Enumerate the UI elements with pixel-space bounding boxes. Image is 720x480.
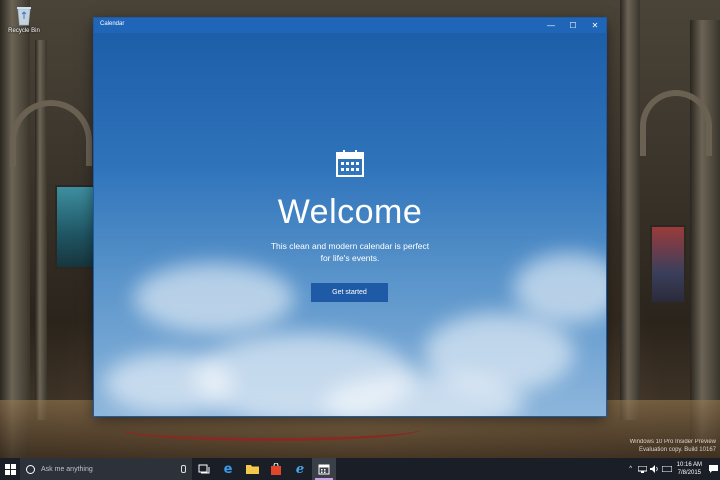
wallpaper-poster: [55, 185, 95, 269]
wallpaper-pillar: [620, 0, 640, 420]
recycle-bin-shortcut[interactable]: Recycle Bin: [4, 4, 44, 34]
wallpaper-poster: [650, 225, 686, 304]
get-started-button[interactable]: Get started: [311, 283, 388, 302]
notification-icon: [708, 465, 718, 473]
action-center-button[interactable]: [706, 458, 720, 480]
minimize-button[interactable]: —: [540, 18, 562, 33]
watermark-line: Windows 10 Pro Insider Preview: [629, 439, 716, 445]
clock-time: 10:16 AM: [676, 462, 702, 468]
build-watermark: Windows 10 Pro Insider Preview Evaluatio…: [630, 438, 716, 454]
cortana-search-box[interactable]: Ask me anything: [20, 458, 192, 480]
sky-cloud: [134, 263, 294, 333]
wallpaper-pillar: [0, 0, 30, 458]
recycle-bin-label: Recycle Bin: [8, 28, 40, 34]
system-tray: ^ 10:16 AM 7/8/2015: [625, 458, 720, 480]
subtitle-line: This clean and modern calendar is perfec…: [270, 241, 430, 251]
close-button[interactable]: ✕: [584, 18, 606, 33]
network-button[interactable]: [637, 458, 649, 480]
task-view-button[interactable]: [192, 458, 216, 480]
edge-icon: e: [223, 461, 233, 477]
taskbar-store-button[interactable]: [264, 458, 288, 480]
wallpaper-pillar: [35, 40, 47, 420]
subtitle-line: for life's events.: [320, 253, 380, 263]
internet-explorer-icon: e: [295, 461, 305, 477]
wallpaper-arch: [640, 90, 712, 156]
welcome-subtitle: This clean and modern calendar is perfec…: [94, 240, 606, 264]
show-hidden-icons-button[interactable]: ^: [625, 458, 637, 480]
task-view-icon: [198, 464, 210, 474]
calendar-icon: [336, 150, 364, 177]
window-titlebar[interactable]: Calendar — ☐ ✕: [94, 18, 606, 33]
clock-date: 7/8/2015: [677, 470, 701, 476]
chevron-up-icon: ^: [629, 466, 633, 472]
taskbar-edge-button[interactable]: e: [216, 458, 240, 480]
search-placeholder: Ask me anything: [41, 465, 93, 473]
network-icon: [638, 465, 648, 473]
recycle-bin-icon: [15, 4, 33, 26]
taskbar-calendar-button[interactable]: [312, 458, 336, 480]
microphone-icon[interactable]: [181, 465, 186, 473]
taskbar-ie-button[interactable]: e: [288, 458, 312, 480]
start-button[interactable]: [0, 458, 20, 480]
folder-icon: [245, 465, 259, 474]
keyboard-icon: [661, 466, 672, 472]
volume-button[interactable]: [649, 458, 661, 480]
cortana-icon: [26, 464, 35, 474]
speaker-icon: [650, 465, 658, 473]
windows-logo-icon: [4, 463, 16, 475]
sky-cloud: [104, 353, 234, 413]
taskbar: Ask me anything e e ^ 10:16 AM 7/8/2015: [0, 458, 720, 480]
keyboard-button[interactable]: [661, 458, 673, 480]
store-bag-icon: [271, 463, 281, 475]
window-title: Calendar: [100, 21, 125, 27]
calendar-window: Calendar — ☐ ✕ Welcome This clean and mo…: [94, 18, 606, 416]
watermark-line: Evaluation copy. Build 10167: [639, 447, 716, 453]
maximize-button[interactable]: ☐: [562, 18, 584, 33]
wallpaper-rope: [120, 418, 420, 441]
wallpaper-arch: [10, 100, 92, 166]
welcome-screen: Welcome This clean and modern calendar i…: [94, 33, 606, 416]
welcome-heading: Welcome: [277, 193, 423, 231]
wallpaper-pillar: [690, 20, 720, 440]
calendar-icon: [318, 464, 330, 475]
taskbar-file-explorer-button[interactable]: [240, 458, 264, 480]
taskbar-clock[interactable]: 10:16 AM 7/8/2015: [673, 461, 706, 477]
window-controls: — ☐ ✕: [540, 18, 606, 33]
